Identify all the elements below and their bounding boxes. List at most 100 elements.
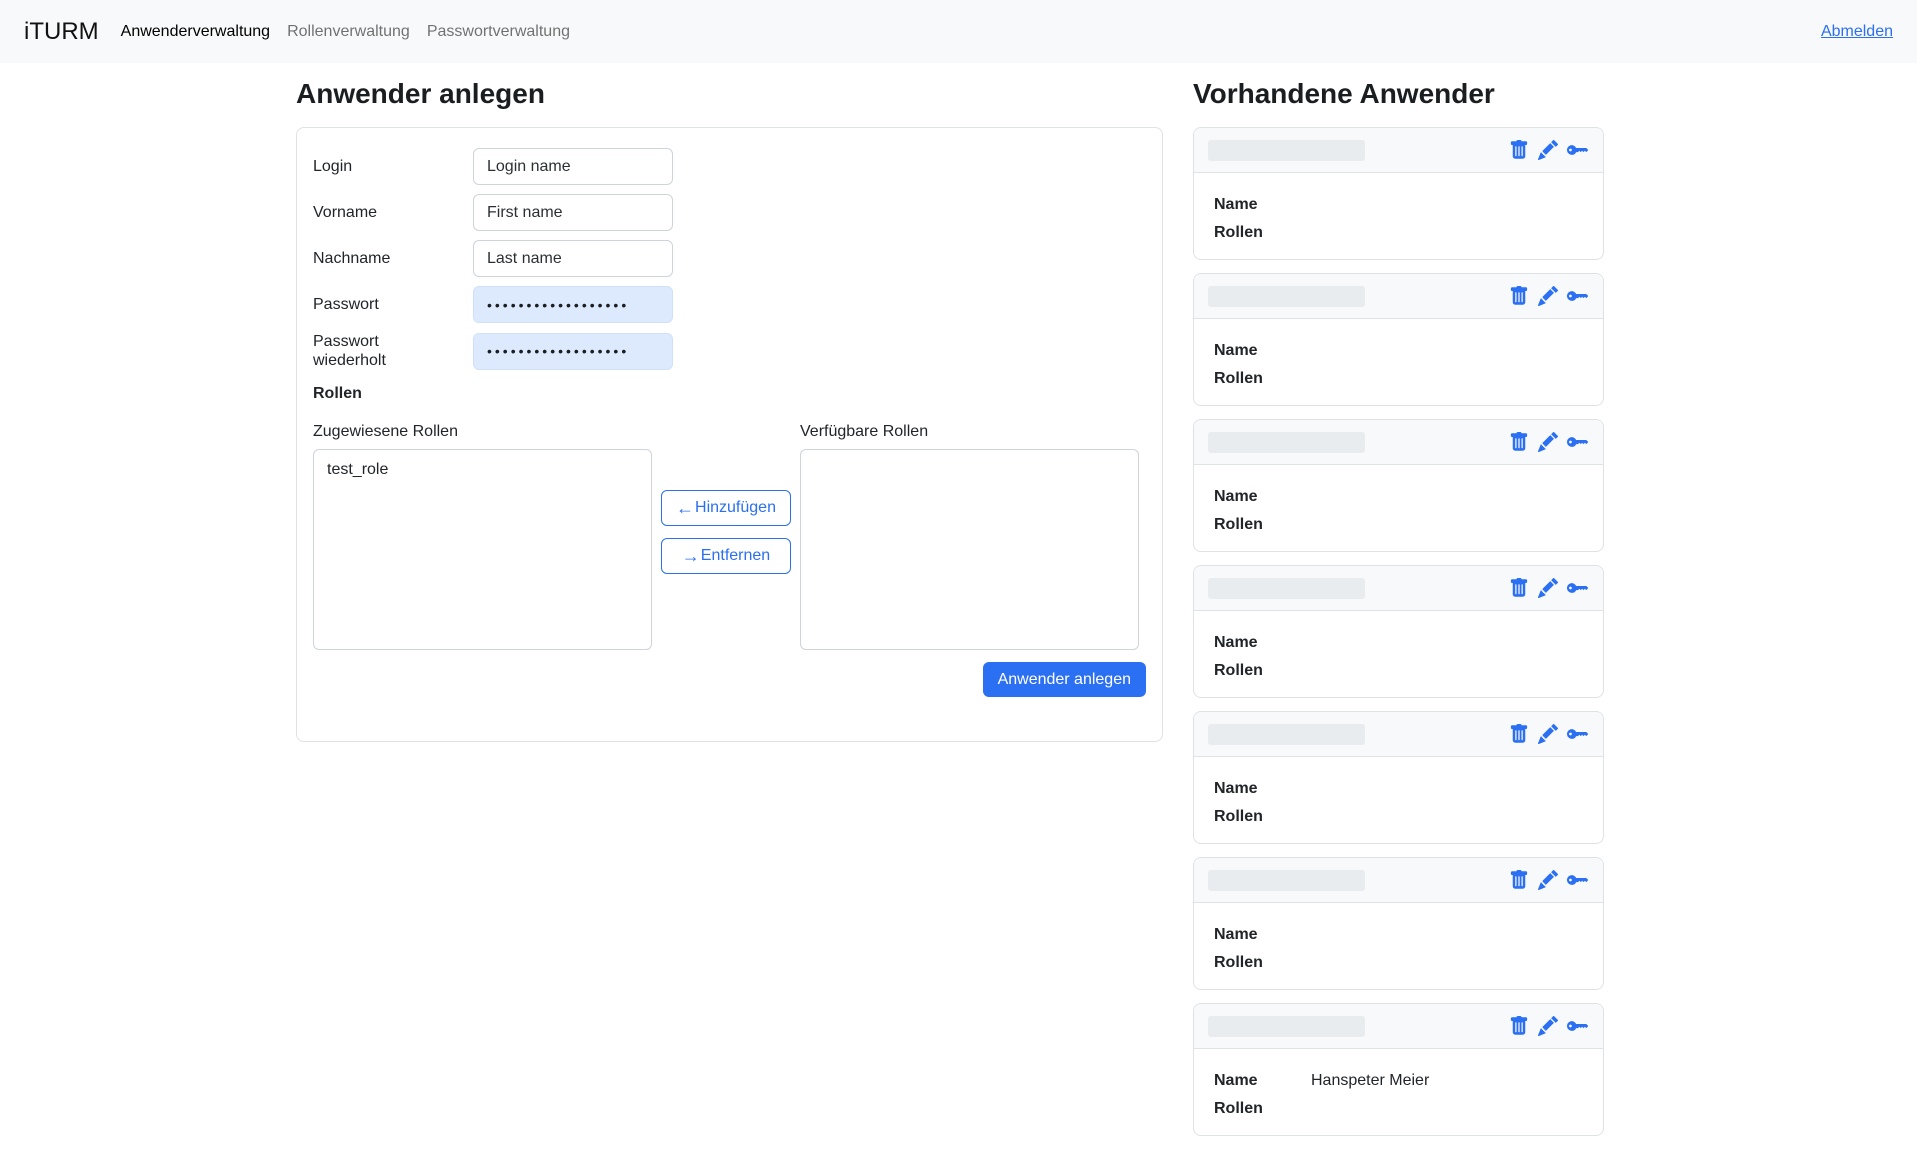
create-user-form-card: Login Vorname Nachname Passwort Passwort… xyxy=(296,127,1163,742)
set-password-button[interactable] xyxy=(1567,139,1589,161)
logout-link[interactable]: Abmelden xyxy=(1821,23,1893,41)
trash-icon xyxy=(1509,578,1529,598)
assigned-roles-column: Zugewiesene Rollen test_role xyxy=(313,422,652,650)
lastname-input[interactable] xyxy=(473,240,673,277)
user-card-header xyxy=(1194,858,1603,903)
arrow-right-icon: → xyxy=(682,547,700,565)
pencil-icon xyxy=(1538,870,1558,890)
user-card: Name Rollen xyxy=(1193,127,1604,260)
set-password-button[interactable] xyxy=(1567,1015,1589,1037)
user-card: Name Rollen xyxy=(1193,273,1604,406)
remove-role-button[interactable]: → Entfernen xyxy=(661,538,791,574)
set-password-button[interactable] xyxy=(1567,285,1589,307)
user-name-row: Name xyxy=(1214,633,1583,652)
user-roles-row: Rollen xyxy=(1214,515,1583,534)
nav-item-rollenverwaltung[interactable]: Rollenverwaltung xyxy=(287,15,410,49)
key-icon xyxy=(1567,139,1589,161)
user-card-actions xyxy=(1509,285,1589,307)
user-name-value: Hanspeter Meier xyxy=(1311,1071,1429,1090)
pencil-icon xyxy=(1538,432,1558,452)
edit-user-button[interactable] xyxy=(1538,432,1558,452)
roles-label: Rollen xyxy=(1214,807,1311,826)
lastname-label: Nachname xyxy=(313,249,425,268)
available-roles-label: Verfügbare Rollen xyxy=(800,422,1139,441)
user-card: Name Rollen xyxy=(1193,857,1604,990)
roles-label: Rollen xyxy=(1214,953,1311,972)
username-placeholder-skeleton xyxy=(1208,432,1365,453)
user-card-body: Name Rollen xyxy=(1194,611,1603,680)
password-label: Passwort xyxy=(313,295,425,314)
user-card-actions xyxy=(1509,139,1589,161)
nav-item-anwenderverwaltung[interactable]: Anwenderverwaltung xyxy=(121,15,270,49)
user-card-header xyxy=(1194,420,1603,465)
login-input[interactable] xyxy=(473,148,673,185)
user-card-header xyxy=(1194,712,1603,757)
trash-icon xyxy=(1509,1016,1529,1036)
nav-item-passwortverwaltung[interactable]: Passwortverwaltung xyxy=(427,15,570,49)
existing-users-title: Vorhandene Anwender xyxy=(1193,78,1604,110)
edit-user-button[interactable] xyxy=(1538,1016,1558,1036)
pencil-icon xyxy=(1538,286,1558,306)
create-user-button[interactable]: Anwender anlegen xyxy=(983,662,1146,697)
delete-user-button[interactable] xyxy=(1509,140,1529,160)
user-roles-row: Rollen xyxy=(1214,1099,1583,1118)
user-card: Name Rollen xyxy=(1193,419,1604,552)
name-label: Name xyxy=(1214,633,1311,652)
trash-icon xyxy=(1509,724,1529,744)
roles-label: Rollen xyxy=(1214,515,1311,534)
user-card-actions xyxy=(1509,723,1589,745)
trash-icon xyxy=(1509,286,1529,306)
user-card-actions xyxy=(1509,869,1589,891)
name-label: Name xyxy=(1214,1071,1311,1090)
user-roles-row: Rollen xyxy=(1214,223,1583,242)
key-icon xyxy=(1567,723,1589,745)
edit-user-button[interactable] xyxy=(1538,578,1558,598)
edit-user-button[interactable] xyxy=(1538,286,1558,306)
edit-user-button[interactable] xyxy=(1538,870,1558,890)
delete-user-button[interactable] xyxy=(1509,432,1529,452)
name-label: Name xyxy=(1214,195,1311,214)
firstname-label: Vorname xyxy=(313,203,425,222)
key-icon xyxy=(1567,577,1589,599)
delete-user-button[interactable] xyxy=(1509,870,1529,890)
transfer-buttons: ← Hinzufügen → Entfernen xyxy=(652,422,800,650)
role-option-test-role[interactable]: test_role xyxy=(314,459,651,481)
user-name-row: Name xyxy=(1214,195,1583,214)
roles-label: Rollen xyxy=(1214,223,1311,242)
edit-user-button[interactable] xyxy=(1538,140,1558,160)
user-card-actions xyxy=(1509,431,1589,453)
user-name-row: Name xyxy=(1214,341,1583,360)
username-placeholder-skeleton xyxy=(1208,578,1365,599)
available-roles-listbox[interactable] xyxy=(800,449,1139,650)
login-row: Login xyxy=(313,148,1146,185)
set-password-button[interactable] xyxy=(1567,869,1589,891)
password-repeat-input[interactable] xyxy=(473,333,673,370)
trash-icon xyxy=(1509,140,1529,160)
user-card-actions xyxy=(1509,1015,1589,1037)
delete-user-button[interactable] xyxy=(1509,578,1529,598)
trash-icon xyxy=(1509,870,1529,890)
add-role-button[interactable]: ← Hinzufügen xyxy=(661,490,791,526)
delete-user-button[interactable] xyxy=(1509,1016,1529,1036)
assigned-roles-listbox[interactable]: test_role xyxy=(313,449,652,650)
set-password-button[interactable] xyxy=(1567,723,1589,745)
set-password-button[interactable] xyxy=(1567,577,1589,599)
firstname-input[interactable] xyxy=(473,194,673,231)
submit-row: Anwender anlegen xyxy=(313,662,1146,697)
delete-user-button[interactable] xyxy=(1509,724,1529,744)
nav-links: Anwenderverwaltung Rollenverwaltung Pass… xyxy=(121,15,587,49)
delete-user-button[interactable] xyxy=(1509,286,1529,306)
user-roles-row: Rollen xyxy=(1214,953,1583,972)
set-password-button[interactable] xyxy=(1567,431,1589,453)
user-card: Name Hanspeter Meier Rollen xyxy=(1193,1003,1604,1136)
password-input[interactable] xyxy=(473,286,673,323)
name-label: Name xyxy=(1214,341,1311,360)
edit-user-button[interactable] xyxy=(1538,724,1558,744)
roles-label: Rollen xyxy=(1214,661,1311,680)
user-card-body: Name Rollen xyxy=(1194,319,1603,388)
user-roles-row: Rollen xyxy=(1214,661,1583,680)
brand-logo[interactable]: iTURM xyxy=(24,18,99,46)
user-name-row: Name xyxy=(1214,779,1583,798)
add-role-label: Hinzufügen xyxy=(695,499,776,517)
user-name-row: Name xyxy=(1214,925,1583,944)
